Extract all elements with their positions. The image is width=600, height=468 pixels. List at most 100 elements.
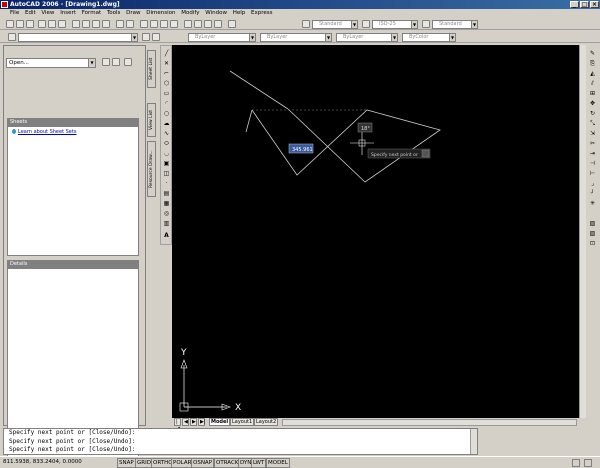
menu-insert[interactable]: Insert — [60, 10, 76, 16]
join-icon[interactable]: ⊢ — [588, 170, 597, 178]
move-icon[interactable]: ✥ — [588, 100, 597, 108]
sheet-set-button-2[interactable] — [112, 58, 120, 66]
trim-icon[interactable]: ✂ — [588, 140, 597, 148]
scale-icon[interactable]: ⤡ — [588, 120, 597, 128]
menu-dimension[interactable]: Dimension — [146, 10, 175, 16]
tab-resource-drawings[interactable]: Resource Draw... — [147, 141, 156, 197]
mirror-icon[interactable]: ◭ — [588, 70, 597, 78]
osnap-button[interactable]: OSNAP — [191, 458, 215, 468]
redo-icon[interactable] — [126, 20, 134, 28]
layer-select[interactable]: ▼ — [18, 33, 138, 42]
make-block-icon[interactable]: ◫ — [162, 170, 171, 178]
menu-window[interactable]: Window — [205, 10, 227, 16]
revision-cloud-icon[interactable]: ☁ — [162, 120, 171, 128]
tray-settings-icon[interactable] — [572, 459, 580, 467]
zoom-previous-icon[interactable] — [170, 20, 178, 28]
layer-manager-icon[interactable] — [8, 33, 16, 41]
copy-object-icon[interactable]: ⎘ — [588, 60, 597, 68]
table-icon[interactable]: ▥ — [162, 220, 171, 228]
tab-view-list[interactable]: View List — [147, 103, 156, 137]
linetype-select[interactable]: ByLayer ▼ — [260, 33, 332, 42]
fillet-icon[interactable]: ╯ — [588, 190, 597, 198]
draw-order-icon[interactable]: ▧ — [588, 220, 597, 228]
vertical-scrollbar[interactable] — [579, 45, 586, 418]
menu-draw[interactable]: Draw — [126, 10, 140, 16]
tab-layout2[interactable]: Layout2 — [254, 418, 279, 426]
explode-icon[interactable]: ✳ — [588, 200, 597, 208]
break-icon[interactable]: ⊣ — [588, 160, 597, 168]
learn-sheet-sets-link[interactable]: Learn about Sheet Sets — [12, 129, 76, 135]
save-icon[interactable] — [26, 20, 34, 28]
undo-icon[interactable] — [116, 20, 124, 28]
make-object-layer-current-icon[interactable] — [142, 33, 150, 41]
menu-format[interactable]: Format — [82, 10, 101, 16]
menu-express[interactable]: Express — [251, 10, 272, 16]
menu-tools[interactable]: Tools — [107, 10, 121, 16]
circle-icon[interactable]: ○ — [162, 110, 171, 118]
design-center-icon[interactable] — [194, 20, 202, 28]
polyline-entity[interactable] — [251, 108, 441, 183]
new-icon[interactable] — [6, 20, 14, 28]
copy-icon[interactable] — [82, 20, 90, 28]
construction-line-icon[interactable]: ✕ — [162, 60, 171, 68]
tab-layout1[interactable]: Layout1 — [230, 418, 255, 426]
publish-icon[interactable] — [58, 20, 66, 28]
menu-file[interactable]: File — [10, 10, 19, 16]
arc-icon[interactable]: ◜ — [162, 100, 171, 108]
ellipse-icon[interactable]: ⬭ — [162, 140, 171, 148]
sheet-set-icon[interactable] — [214, 20, 222, 28]
cut-icon[interactable] — [72, 20, 80, 28]
plot-icon[interactable] — [38, 20, 46, 28]
polyline-icon[interactable]: ⌐ — [162, 70, 171, 78]
pan-icon[interactable] — [140, 20, 148, 28]
layer-previous-icon[interactable] — [152, 33, 160, 41]
region-icon[interactable]: ◎ — [162, 210, 171, 218]
table-style-select[interactable]: Standard ▼ — [432, 20, 478, 29]
inquiry-icon[interactable]: ⊡ — [588, 240, 597, 248]
close-button[interactable]: × — [590, 1, 599, 8]
maximize-button[interactable]: □ — [580, 1, 589, 8]
minimize-button[interactable]: _ — [570, 1, 579, 8]
tab-prev-arrow[interactable]: ◀ — [182, 418, 189, 426]
point-icon[interactable]: · — [162, 180, 171, 188]
chamfer-icon[interactable]: ⌟ — [588, 180, 597, 188]
offset-icon[interactable]: ⫽ — [588, 80, 597, 88]
tab-first-arrow[interactable]: |◀ — [174, 418, 181, 432]
clean-screen-icon[interactable] — [584, 459, 592, 467]
polygon-icon[interactable]: ⬡ — [162, 80, 171, 88]
otrack-button[interactable]: OTRACK — [214, 458, 241, 468]
properties-icon[interactable] — [184, 20, 192, 28]
menu-view[interactable]: View — [41, 10, 54, 16]
stretch-icon[interactable]: ⇲ — [588, 130, 597, 138]
table-style-icon[interactable] — [422, 20, 430, 28]
tab-next-arrow[interactable]: ▶ — [190, 418, 197, 426]
lwt-button[interactable]: LWT — [251, 458, 267, 468]
menu-help[interactable]: Help — [233, 10, 246, 16]
paste-icon[interactable] — [92, 20, 100, 28]
text-style-icon[interactable] — [302, 20, 310, 28]
snap-button[interactable]: SNAP — [117, 458, 136, 468]
zoom-window-icon[interactable] — [160, 20, 168, 28]
line-icon[interactable]: ╱ — [162, 50, 171, 58]
match-properties-icon[interactable] — [102, 20, 110, 28]
erase-icon[interactable]: ✎ — [588, 50, 597, 58]
model-button[interactable]: MODEL — [266, 458, 290, 468]
layer-tools-icon[interactable]: ▨ — [588, 230, 597, 238]
tab-sheet-list[interactable]: Sheet List — [147, 50, 156, 88]
sheet-set-button-3[interactable] — [124, 58, 132, 66]
command-window[interactable]: Specify next point or [Close/Undo]: Spec… — [3, 428, 478, 455]
hatch-icon[interactable]: ▤ — [162, 190, 171, 198]
command-scrollbar[interactable] — [470, 429, 477, 454]
plot-style-select[interactable]: ByColor ▼ — [402, 33, 456, 42]
ellipse-arc-icon[interactable]: ◡ — [162, 150, 171, 158]
rectangle-icon[interactable]: ▭ — [162, 90, 171, 98]
gradient-icon[interactable]: ▦ — [162, 200, 171, 208]
color-select[interactable]: ByLayer ▼ — [188, 33, 256, 42]
menu-modify[interactable]: Modify — [181, 10, 199, 16]
rotate-icon[interactable]: ↻ — [588, 110, 597, 118]
dim-style-select[interactable]: ISO-25 ▼ — [372, 20, 418, 29]
dim-style-icon[interactable] — [362, 20, 370, 28]
zoom-realtime-icon[interactable] — [150, 20, 158, 28]
coordinate-display[interactable]: 811.5938, 833.2404, 0.0000 — [3, 458, 82, 468]
text-style-select[interactable]: Standard ▼ — [312, 20, 358, 29]
